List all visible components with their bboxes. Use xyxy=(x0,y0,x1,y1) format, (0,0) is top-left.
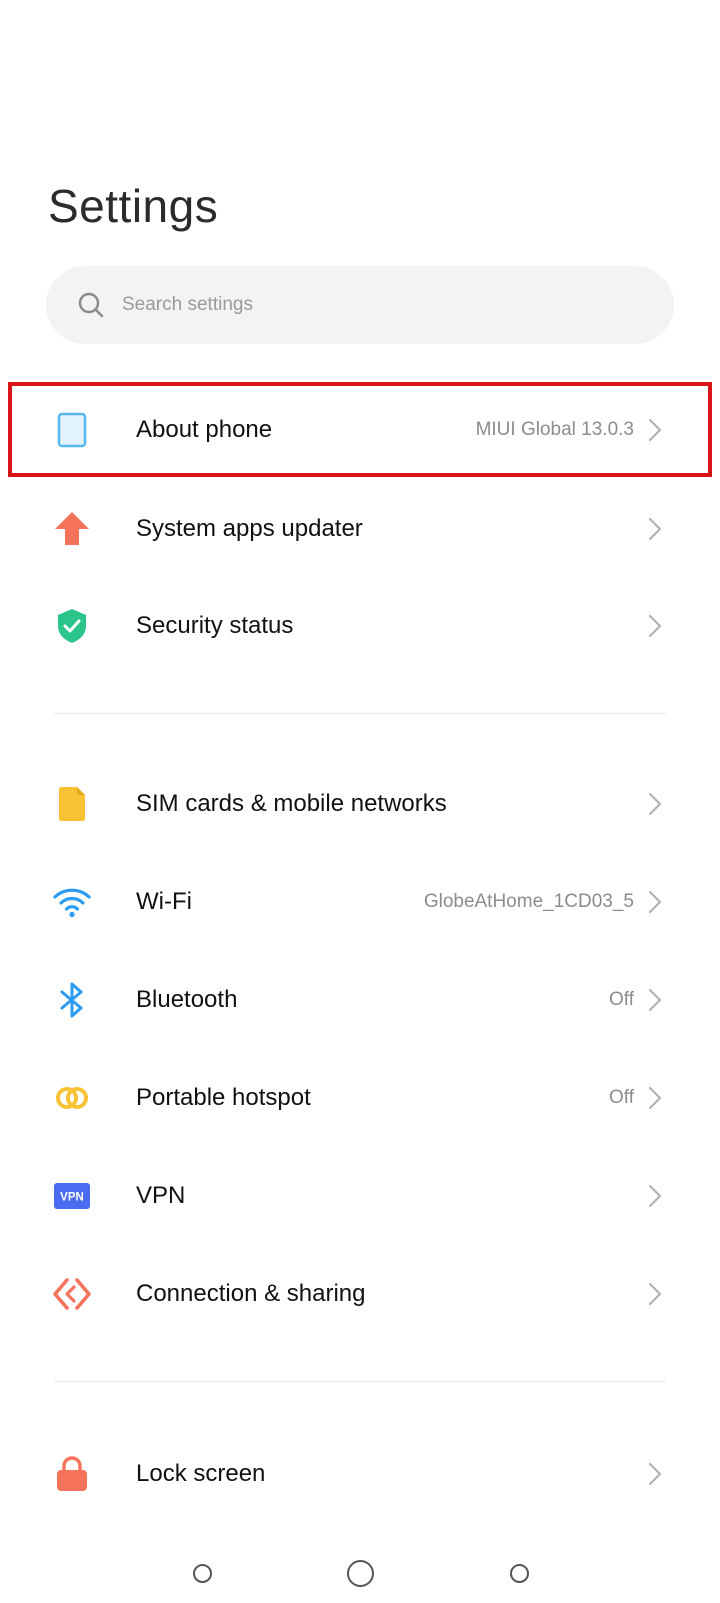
recents-button[interactable] xyxy=(193,1564,212,1583)
settings-item-label: VPN xyxy=(136,1182,186,1209)
settings-item-system-apps-updater[interactable]: System apps updater xyxy=(0,480,720,578)
settings-item-wifi[interactable]: Wi-Fi GlobeAtHome_1CD03_5 xyxy=(0,853,720,951)
wifi-icon xyxy=(52,882,92,922)
navigation-bar xyxy=(0,1516,720,1603)
back-button[interactable] xyxy=(510,1564,529,1583)
settings-item-security-status[interactable]: Security status xyxy=(0,577,720,675)
arrow-up-icon xyxy=(52,509,92,549)
chevron-right-icon xyxy=(646,516,664,542)
settings-item-label: Wi-Fi xyxy=(136,888,192,915)
settings-item-sim-cards[interactable]: SIM cards & mobile networks xyxy=(0,755,720,853)
settings-item-vpn[interactable]: VPN VPN xyxy=(0,1147,720,1245)
shield-check-icon xyxy=(52,606,92,646)
lock-icon xyxy=(52,1454,92,1494)
section-divider xyxy=(54,1381,666,1382)
vpn-icon: VPN xyxy=(52,1176,92,1216)
vpn-icon-text: VPN xyxy=(60,1192,84,1204)
chevron-right-icon xyxy=(646,613,664,639)
settings-item-connection-sharing[interactable]: Connection & sharing xyxy=(0,1245,720,1343)
settings-item-value: Off xyxy=(609,1087,634,1108)
settings-item-label: Lock screen xyxy=(136,1460,266,1487)
chevron-right-icon xyxy=(646,1461,664,1487)
settings-item-portable-hotspot[interactable]: Portable hotspot Off xyxy=(0,1049,720,1147)
settings-item-label: Bluetooth xyxy=(136,986,238,1013)
settings-item-lock-screen[interactable]: Lock screen xyxy=(0,1425,720,1523)
settings-item-label: SIM cards & mobile networks xyxy=(136,790,447,817)
page-title: Settings xyxy=(48,180,219,232)
search-bar[interactable] xyxy=(46,266,674,344)
sim-card-icon xyxy=(52,784,92,824)
chevron-right-icon xyxy=(646,791,664,817)
settings-item-label: Security status xyxy=(136,612,294,639)
settings-item-value: GlobeAtHome_1CD03_5 xyxy=(423,891,634,912)
settings-item-value: Off xyxy=(609,989,634,1010)
home-button[interactable] xyxy=(347,1560,374,1587)
search-input[interactable] xyxy=(122,266,642,344)
chevron-right-icon xyxy=(646,889,664,915)
chevron-right-icon xyxy=(646,987,664,1013)
chevron-right-icon xyxy=(646,1183,664,1209)
search-icon xyxy=(76,290,106,320)
highlight-box xyxy=(8,382,712,477)
chevron-right-icon xyxy=(646,1281,664,1307)
section-divider xyxy=(54,713,666,714)
connection-sharing-icon xyxy=(52,1274,92,1314)
chevron-right-icon xyxy=(646,1085,664,1111)
settings-item-label: System apps updater xyxy=(136,515,363,542)
settings-item-label: Portable hotspot xyxy=(136,1084,311,1111)
settings-item-label: Connection & sharing xyxy=(136,1280,366,1307)
settings-item-bluetooth[interactable]: Bluetooth Off xyxy=(0,951,720,1049)
bluetooth-icon xyxy=(52,980,92,1020)
settings-screen: Settings About phone MIUI Global 13.0.3 … xyxy=(0,0,720,1603)
hotspot-icon xyxy=(52,1078,92,1118)
